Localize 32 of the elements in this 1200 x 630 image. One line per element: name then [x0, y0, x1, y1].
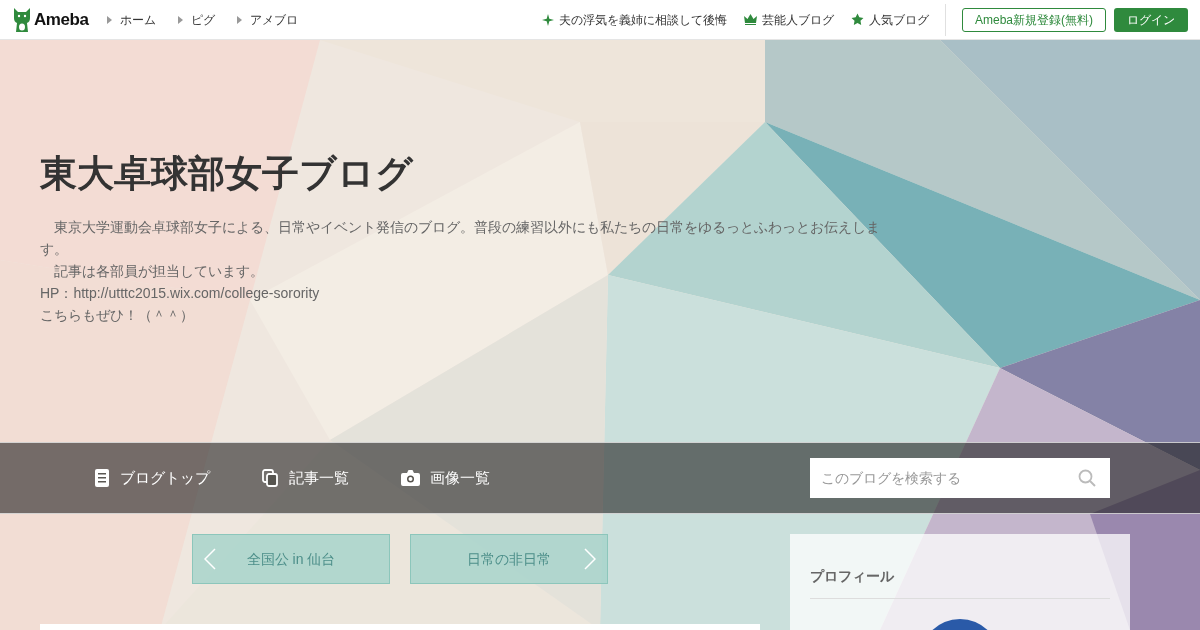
sparkle-icon — [542, 13, 554, 26]
triangle-icon — [177, 15, 183, 24]
header-nav-link[interactable]: ピグ — [177, 10, 215, 29]
blog-nav-link[interactable]: 画像一覧 — [401, 466, 490, 490]
star-icon — [851, 13, 864, 26]
crown-icon — [744, 14, 757, 25]
ameba-logo[interactable]: Ameba — [34, 6, 89, 33]
copy-icon — [262, 469, 279, 487]
chevron-left-icon — [204, 548, 216, 570]
blog-description: 東京大学運動会卓球部女子による、日常やイベント発信のブログ。普段の練習以外にも私たちの日常をゆるっとふわっとお伝えします。 — [40, 218, 881, 259]
blog-nav-link[interactable]: ブログトップ — [94, 466, 210, 490]
header-link[interactable]: 芸能人ブログ — [744, 10, 834, 29]
blog-description: HP：http://utttc2015.wix.com/college-sorority — [40, 284, 321, 303]
blog-description: 記事は各部員が担当しています。 — [53, 262, 265, 281]
blog-nav-link[interactable]: 記事一覧 — [262, 466, 349, 490]
mascot-icon — [12, 7, 32, 32]
document-icon — [94, 469, 110, 487]
search-icon — [1078, 469, 1096, 487]
header-nav-link[interactable]: アメブロ — [236, 10, 298, 29]
blog-description: こちらもぜひ！（＾＾） — [40, 306, 195, 325]
register-button[interactable]: Ameba新規登録(無料) — [962, 7, 1106, 32]
search-field[interactable]: このブログを検索する — [810, 458, 1110, 498]
triangle-icon — [106, 15, 112, 24]
header-nav-link[interactable]: ホーム — [106, 10, 156, 29]
blog-title: 東大卓球部女子ブログ — [40, 152, 415, 196]
triangle-icon — [236, 15, 242, 24]
header-link[interactable]: 夫の浮気を義姉に相談して後悔 — [542, 10, 727, 29]
camera-icon — [401, 470, 420, 486]
profile-heading: プロフィール — [810, 566, 1110, 599]
header-link[interactable]: 人気ブログ — [851, 10, 929, 29]
chevron-right-icon — [584, 548, 596, 570]
login-button[interactable]: ログイン — [1114, 7, 1188, 32]
